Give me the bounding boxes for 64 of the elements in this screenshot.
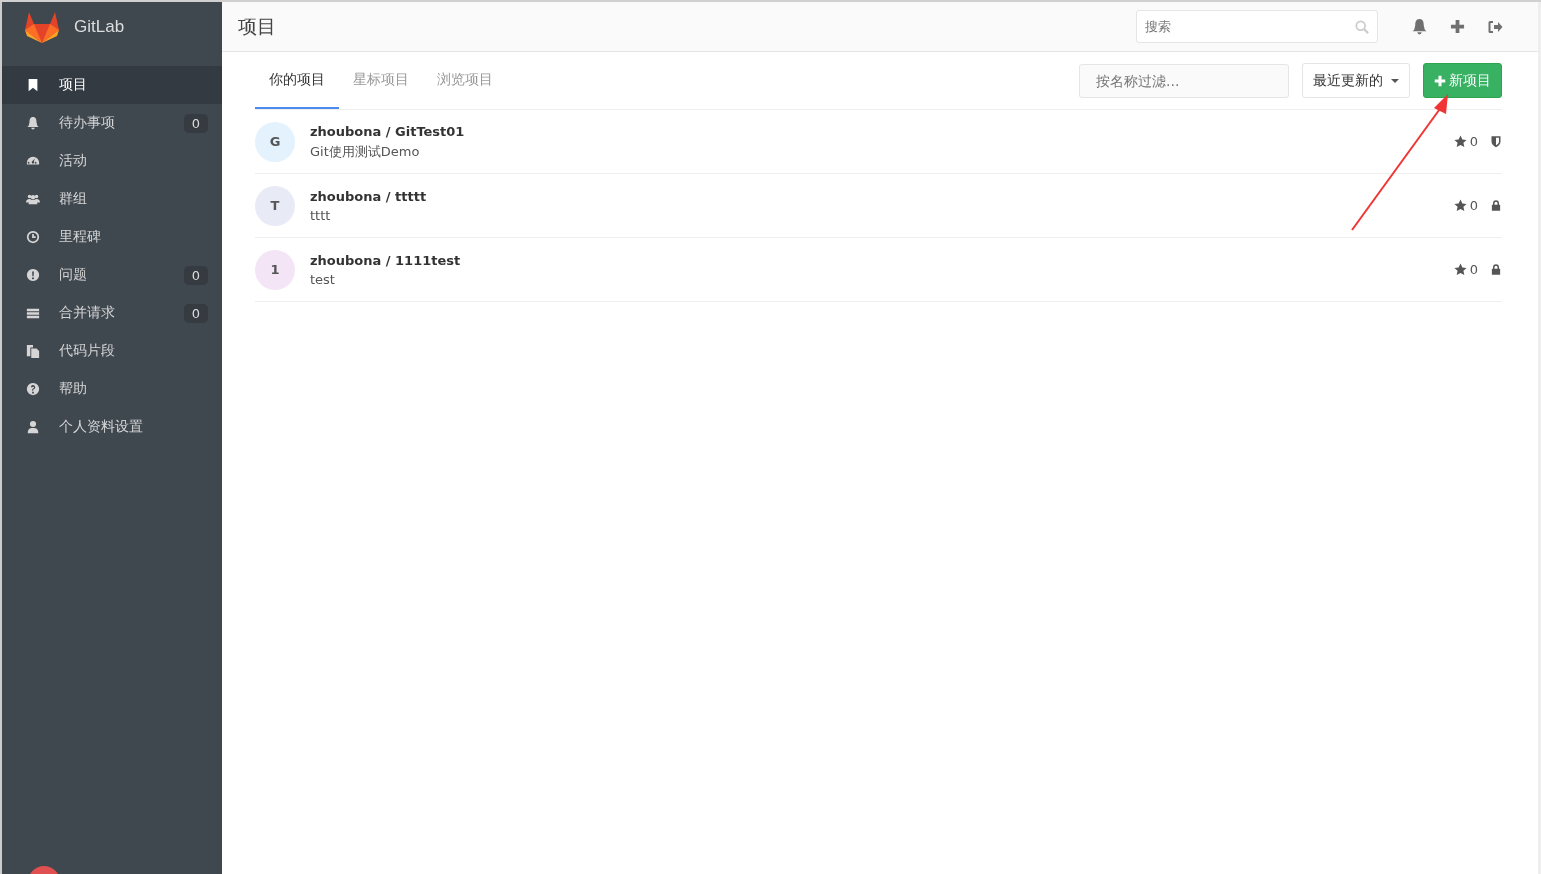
page-title: 项目	[238, 13, 276, 39]
project-name-link[interactable]: zhoubona / 1111test	[310, 253, 461, 268]
nav-label: 活动	[59, 152, 88, 170]
sidebar-item[interactable]: 项目	[2, 66, 222, 104]
nav-label: 合并请求	[59, 304, 116, 322]
sidebar-item[interactable]: 合并请求 0	[2, 294, 222, 332]
star-count: 0	[1469, 262, 1478, 277]
copy-icon	[26, 344, 40, 358]
sign-out-icon[interactable]	[1487, 18, 1503, 35]
fox-logo-icon[interactable]	[24, 10, 60, 44]
star-icon	[1453, 263, 1467, 276]
list-icon	[26, 306, 40, 320]
user-icon	[26, 420, 40, 434]
count-badge: 0	[183, 303, 208, 323]
clock-icon	[26, 230, 40, 244]
filter-field[interactable]: 按名称过滤...	[1079, 63, 1289, 98]
sidebar-item[interactable]: 活动	[2, 142, 222, 180]
project-avatar[interactable]: G	[255, 121, 295, 162]
shield-icon	[1490, 135, 1502, 148]
bell-icon	[26, 116, 40, 130]
nav-label: 项目	[59, 76, 88, 94]
bell-icon[interactable]	[1411, 18, 1428, 35]
project-avatar[interactable]: T	[255, 185, 295, 226]
project-description: test	[310, 272, 336, 287]
nav-label: 里程碑	[59, 228, 102, 246]
search-icon	[1355, 20, 1369, 34]
users-icon	[26, 192, 40, 206]
star-icon	[1453, 135, 1467, 148]
sidebar-item[interactable]: 问题 0	[2, 256, 222, 294]
brand-name[interactable]: GitLab	[74, 17, 125, 37]
nav-label: 个人资料设置	[59, 418, 144, 436]
nav-label: 群组	[59, 190, 88, 208]
nav-label: 待办事项	[59, 114, 116, 132]
sidebar-item[interactable]: 群组	[2, 180, 222, 218]
plus-icon[interactable]	[1450, 19, 1465, 34]
exclamation-icon	[26, 268, 40, 282]
gauge-icon	[26, 154, 40, 168]
sidebar-item[interactable]: 帮助	[2, 370, 222, 408]
bookmark-icon	[26, 78, 40, 92]
sidebar-item[interactable]: 代码片段	[2, 332, 222, 370]
project-description: tttt	[310, 208, 332, 223]
nav-label: 代码片段	[59, 342, 116, 360]
project-name-link[interactable]: zhoubona / GitTest01	[310, 123, 465, 139]
tab[interactable]: 你的项目	[255, 52, 339, 109]
count-badge: 0	[183, 265, 208, 285]
sidebar-item[interactable]: 待办事项 0	[2, 104, 222, 142]
star-count: 0	[1469, 198, 1478, 213]
sidebar-item[interactable]: 里程碑	[2, 218, 222, 256]
sidebar-item[interactable]: 个人资料设置	[2, 408, 222, 446]
project-name-link[interactable]: zhoubona / ttttt	[310, 189, 427, 204]
star-count: 0	[1469, 134, 1478, 149]
question-icon	[26, 382, 40, 396]
lock-icon	[1490, 263, 1502, 276]
nav-label: 帮助	[59, 380, 88, 398]
lock-icon	[1490, 199, 1502, 212]
plus-icon	[1434, 74, 1446, 87]
star-icon	[1453, 199, 1467, 212]
count-badge: 0	[183, 113, 208, 133]
caret-icon	[1391, 78, 1399, 83]
project-description: Git使用测试Demo	[310, 142, 421, 161]
project-avatar[interactable]: 1	[255, 249, 295, 290]
sort-dropdown[interactable]: 最近更新的	[1302, 63, 1410, 98]
nav-label: 问题	[59, 266, 88, 284]
search-field[interactable]: 搜索	[1136, 10, 1378, 43]
